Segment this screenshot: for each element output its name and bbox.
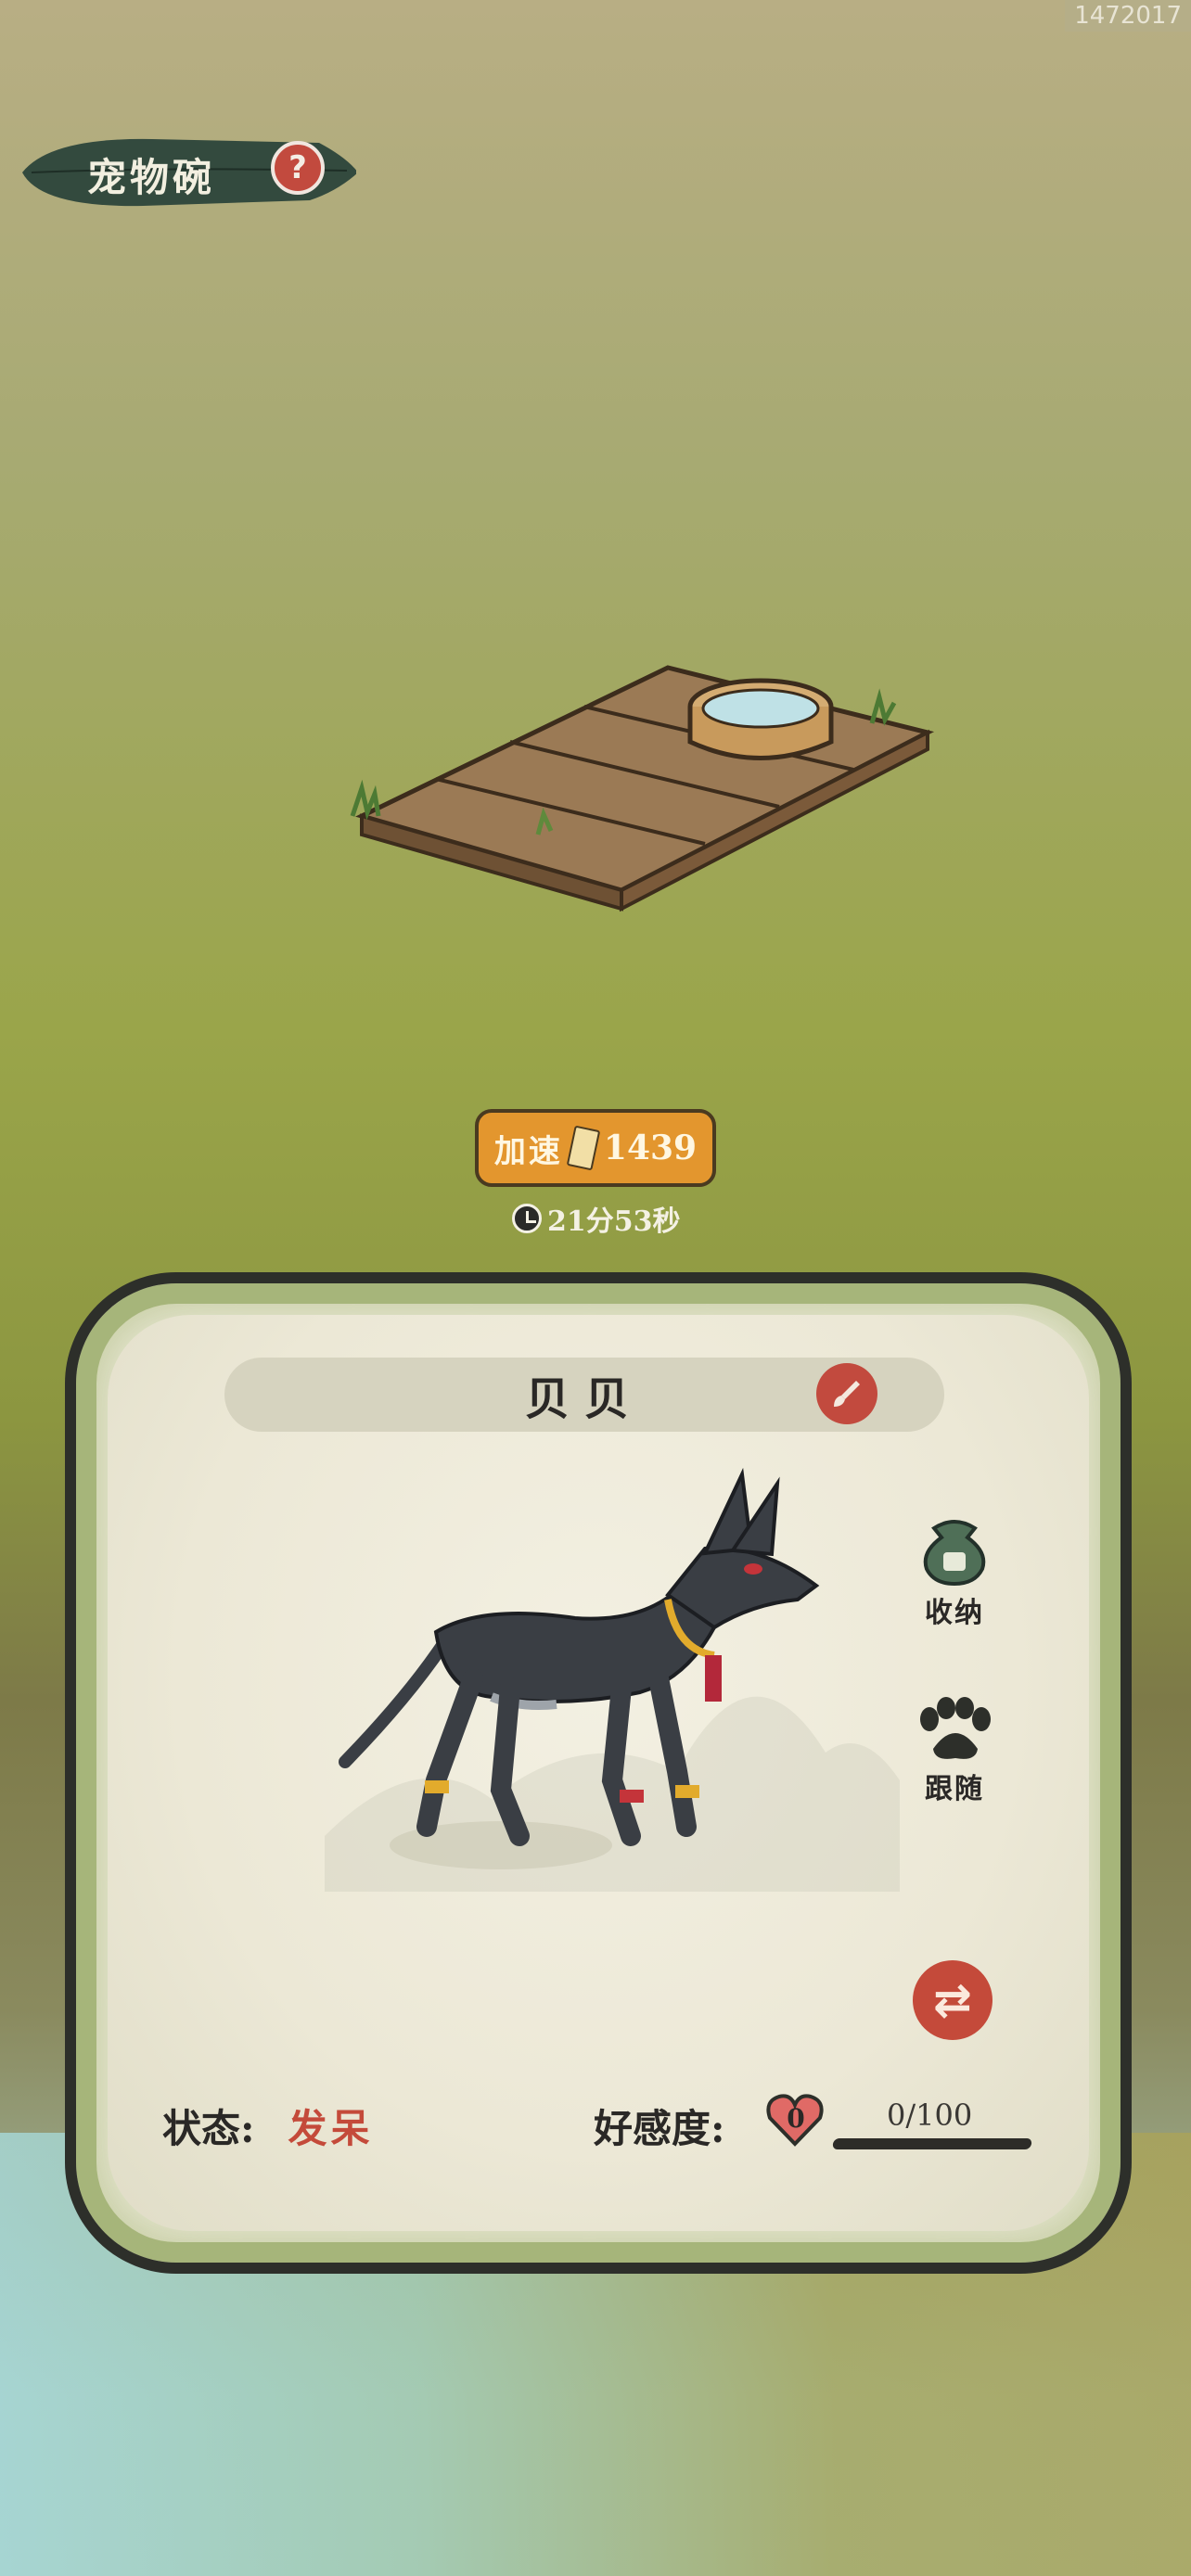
brush-icon [834,1381,860,1407]
refresh-icon: ⇄ [933,1973,972,2027]
watermark-id: 1472017 [1065,0,1191,32]
countdown-timer: 21分53秒 [512,1198,681,1239]
store-pet-label: 收纳 [925,1597,984,1629]
affection-label: 好感度: [594,2106,725,2151]
status-value: 发呆 [288,2106,374,2151]
clock-icon [512,1204,542,1233]
help-button[interactable]: ? [271,141,325,195]
affection-count: 0/100 [887,2098,973,2133]
speed-up-label: 加速 [493,1132,563,1170]
ticket-icon [566,1125,601,1171]
rename-button[interactable] [816,1363,877,1424]
speed-up-button[interactable]: 加速 1439 [475,1109,716,1187]
pet-bowl-platform[interactable] [315,603,946,918]
store-pet-button[interactable]: 收纳 [903,1511,1005,1630]
paw-icon [920,1697,991,1759]
pet-status: 状态: 发呆 [162,2098,374,2154]
question-mark-icon: ? [288,149,307,186]
affection-progress-bar [831,2138,1033,2149]
timer-text: 21分53秒 [547,1205,681,1238]
affection-level: 0 [787,2103,805,2134]
status-label: 状态: [162,2106,255,2151]
switch-pet-button[interactable]: ⇄ [913,1960,992,2040]
speed-up-cost: 1439 [603,1129,698,1167]
follow-button[interactable]: 跟随 [903,1697,1005,1806]
pouch-icon [923,1520,986,1586]
page-title: 宠物碗 [87,155,216,200]
follow-label: 跟随 [925,1773,984,1805]
water-bowl[interactable] [687,678,834,760]
pet-dog-anubis[interactable] [334,1465,835,1892]
